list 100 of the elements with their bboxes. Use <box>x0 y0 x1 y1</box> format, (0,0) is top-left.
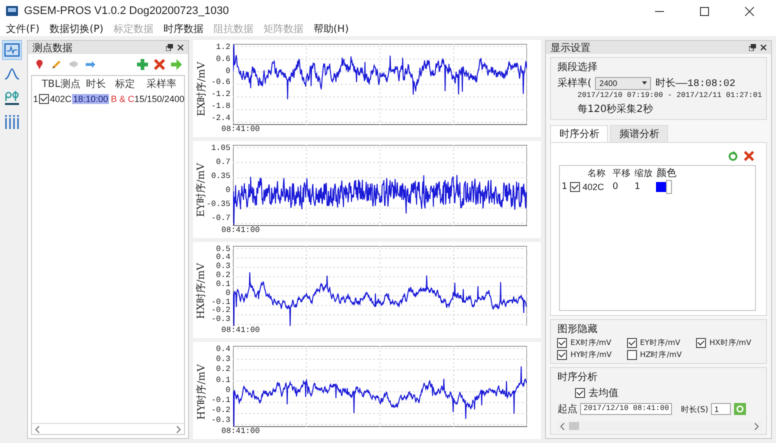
table-cell: 15/150/2400 <box>134 94 184 104</box>
table-cell: B & C <box>110 94 134 104</box>
window-title: GSEM-PROS V1.0.2 Dog20200723_1030 <box>24 5 229 17</box>
delete-icon[interactable] <box>154 59 166 70</box>
phase-icon <box>4 90 20 106</box>
column-header: 平移 <box>612 168 632 180</box>
marker-icon[interactable] <box>34 59 46 70</box>
scroll-right-icon[interactable] <box>754 422 759 430</box>
tick-label: -1.2 <box>211 91 230 100</box>
tick-label: -0.3 <box>211 316 230 324</box>
tick-label: 0.5 <box>216 246 230 254</box>
tick-label: -0.2 <box>211 406 230 415</box>
checkbox[interactable] <box>696 338 706 348</box>
tick-label: 08:41:00 <box>221 124 261 135</box>
tick-label: 0.3 <box>216 356 230 364</box>
sidebar-tab[interactable] <box>2 112 22 132</box>
column-header: 颜色 <box>656 166 676 180</box>
sampling-text: 每120秒采集2秒 <box>576 102 654 116</box>
column-header: 名称 <box>586 166 606 180</box>
column-header: 时长 <box>84 78 107 90</box>
group-title: 图形隐藏 <box>557 322 598 336</box>
scroll-left-icon[interactable] <box>560 422 566 430</box>
sidebar-tab[interactable] <box>2 88 22 108</box>
table-cell-text: 1 <box>634 182 642 192</box>
checkbox[interactable] <box>626 338 637 348</box>
tick-label: 0.2 <box>216 366 230 374</box>
caret-icon <box>642 81 648 85</box>
column-header: 缩放 <box>634 168 654 180</box>
tick-label: 0.1 <box>216 376 230 385</box>
waveform-icon <box>4 42 20 58</box>
app-icon <box>6 5 18 17</box>
tick-label: -0.6 <box>211 79 230 88</box>
tick-label: -2.4 <box>211 114 230 123</box>
tick-label: -0.1 <box>211 298 230 307</box>
tick-label: 0.4 <box>216 254 230 262</box>
tick-label: -0.2 <box>211 307 230 316</box>
curve-icon <box>4 66 20 82</box>
start-label: 起点 <box>557 402 578 416</box>
pencil-icon[interactable] <box>51 59 62 70</box>
scroll-left-icon[interactable] <box>35 426 40 432</box>
sidebar-tab[interactable] <box>2 40 22 60</box>
column-header: TBL测点 <box>42 78 80 90</box>
add-icon[interactable] <box>137 59 148 70</box>
float-icon[interactable] <box>749 44 756 51</box>
tick-label: 0 <box>226 386 230 395</box>
column-header: 采样率 <box>146 78 178 90</box>
checkbox[interactable] <box>575 388 586 398</box>
maximize-icon[interactable] <box>700 6 709 16</box>
axis-label: EX时序/mV <box>195 62 208 117</box>
arrows-icon[interactable] <box>85 59 96 70</box>
table-cell-text: 402C <box>582 182 605 192</box>
menu-item[interactable]: 数据切换(P) <box>50 22 104 36</box>
row-number: 1 <box>32 94 39 104</box>
menu-item[interactable]: 文件(F) <box>6 22 40 36</box>
checkbox-label: 去均值 <box>588 386 618 400</box>
rate-dropdown[interactable]: 2400 <box>595 76 652 90</box>
refresh-icon[interactable] <box>728 151 738 161</box>
tick-label: 0 <box>226 290 230 298</box>
panel-title: 测点数据 <box>32 42 72 54</box>
tick-label: 08:41:00 <box>221 427 261 437</box>
tick-label: 0 <box>226 68 230 76</box>
delete-icon[interactable] <box>744 151 754 161</box>
menu-item[interactable]: 帮助(H) <box>313 22 349 36</box>
panel-title: 显示设置 <box>550 42 590 54</box>
checkbox[interactable] <box>557 350 568 360</box>
axis-label: HY时序/mV <box>195 364 208 420</box>
tick-label: 1.05 <box>211 144 230 153</box>
bars-icon <box>4 114 20 130</box>
checkbox[interactable] <box>626 350 637 360</box>
column-header: 标定 <box>114 78 136 90</box>
tick-label: -0.35 <box>206 201 230 210</box>
scroll-right-icon[interactable] <box>176 426 182 432</box>
axis-label: EY时序/mV <box>194 163 208 218</box>
tick-label: 0.4 <box>216 346 230 354</box>
duration-field[interactable]: 1 <box>711 403 732 415</box>
checkbox[interactable] <box>570 182 580 192</box>
tab[interactable]: 时序分析 <box>550 125 608 142</box>
tick-label: 1.2 <box>216 44 230 52</box>
close-icon[interactable] <box>745 6 754 16</box>
checkbox[interactable] <box>557 338 568 348</box>
close-icon[interactable] <box>760 44 767 51</box>
tick-label: 08:41:00 <box>221 326 261 336</box>
table-cell: 402C <box>50 94 72 104</box>
checkbox[interactable] <box>39 94 50 104</box>
float-icon[interactable] <box>166 44 174 51</box>
row-number: 1 <box>560 182 568 192</box>
tab[interactable]: 频谱分析 <box>610 125 668 142</box>
table-cell: 18:10:00 <box>72 94 110 104</box>
tick-label: 0.2 <box>216 272 230 280</box>
tick-label: 0.3 <box>216 263 230 272</box>
tick-label: -0.3 <box>211 416 230 425</box>
menu-item[interactable]: 时序数据 <box>163 22 204 36</box>
tick-label: 0.35 <box>211 173 230 182</box>
duration-label: 时长(S) <box>680 404 708 414</box>
color-picker-button[interactable] <box>666 180 672 194</box>
scroll-thumb[interactable] <box>569 422 580 430</box>
close-icon[interactable] <box>177 44 184 51</box>
tick-label: -1.8 <box>211 102 230 111</box>
tick-label: -0.1 <box>211 396 230 405</box>
color-swatch[interactable] <box>656 182 666 192</box>
